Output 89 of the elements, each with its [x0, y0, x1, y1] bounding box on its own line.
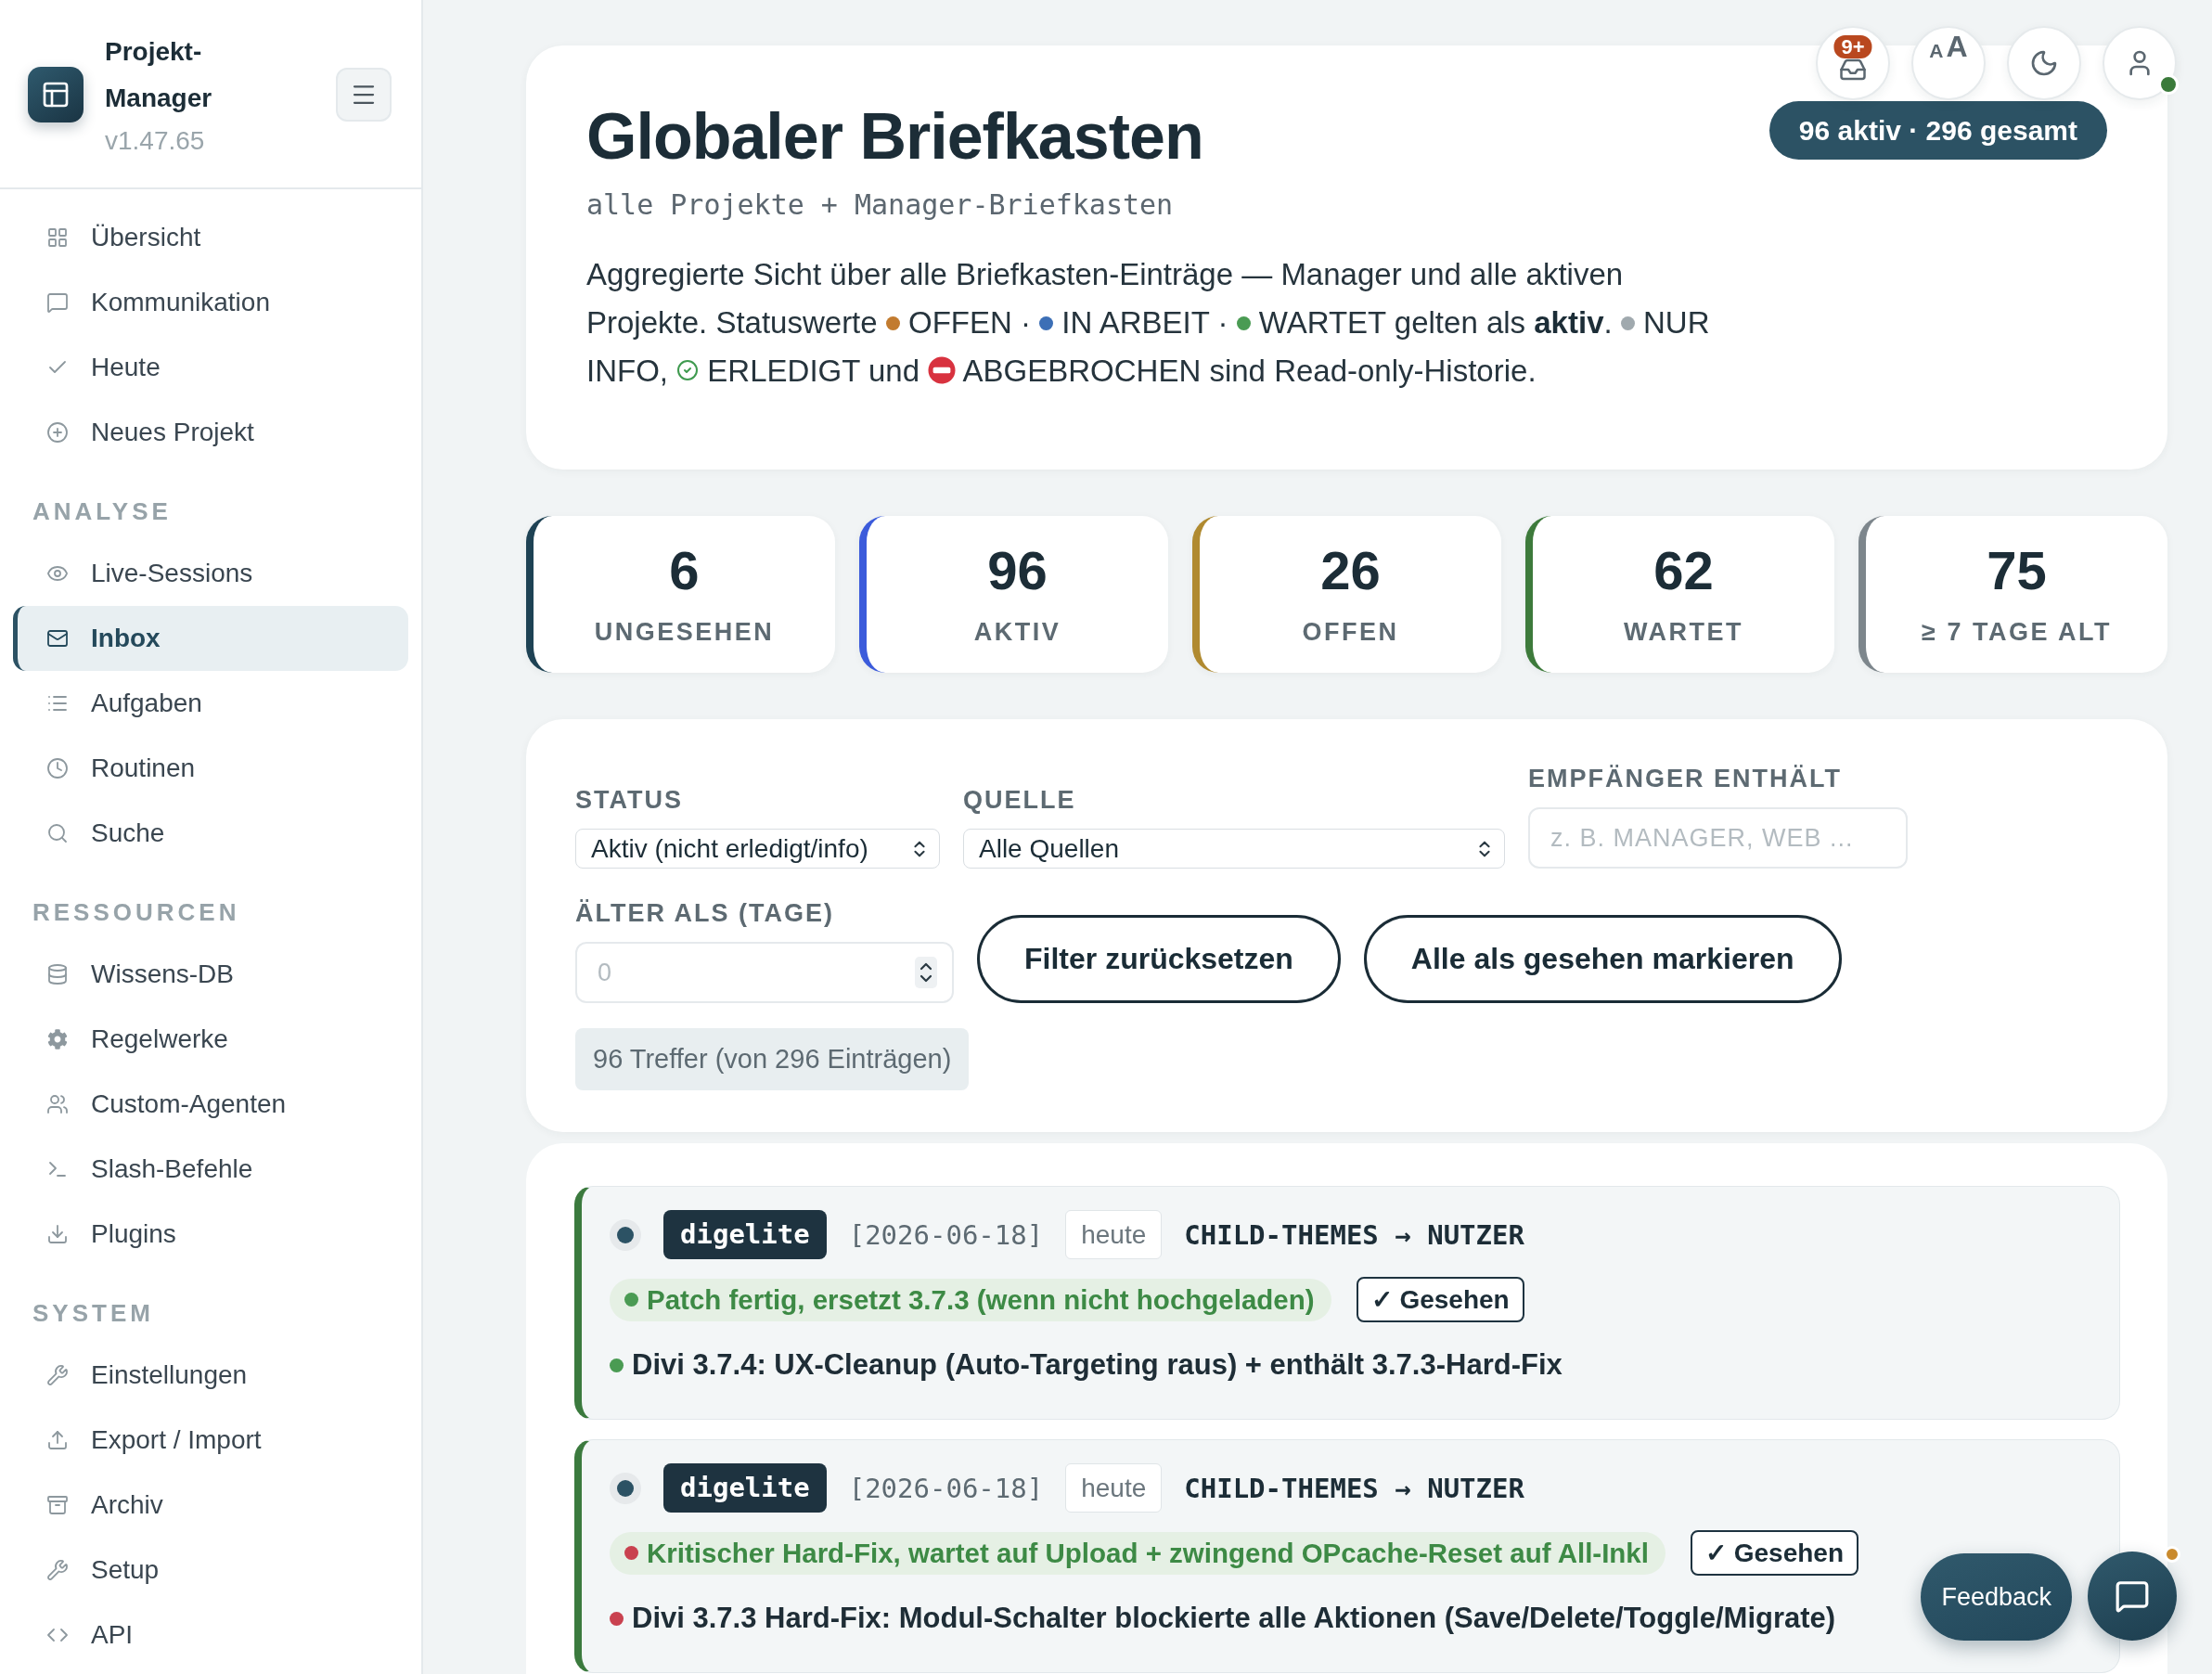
field-label: EMPFÄNGER ENTHÄLT	[1528, 764, 1842, 793]
wrench-icon	[46, 1559, 69, 1581]
page-subtitle: alle Projekte + Manager-Briefkasten	[586, 187, 1174, 223]
nav-item[interactable]: Plugins	[13, 1202, 408, 1267]
app-logo-icon	[28, 66, 84, 122]
stat-label: OFFEN	[1302, 616, 1399, 647]
stat-label: ≥ 7 TAGE ALT	[1922, 616, 2112, 647]
ring-dot-icon	[610, 1218, 641, 1251]
nav-item[interactable]: Wissens-DB	[13, 942, 408, 1007]
age-tag: heute	[1065, 1463, 1163, 1513]
nav-item[interactable]: Inbox	[13, 606, 408, 671]
stat-value: 26	[1320, 542, 1381, 599]
source-tag: digelite	[663, 1210, 827, 1259]
entry-route: CHILD-THEMES → NUTZER	[1184, 1472, 1524, 1504]
field-label: STATUS	[575, 785, 683, 815]
nav-item[interactable]: Aufgaben	[13, 671, 408, 736]
source-tag: digelite	[663, 1463, 827, 1513]
status-select[interactable]: Aktiv (nicht erledigt/info)	[575, 829, 940, 869]
nav-item[interactable]: Setup	[13, 1538, 408, 1603]
archive-box-icon	[46, 1494, 69, 1516]
envelope-icon	[46, 627, 69, 650]
filter-action-button[interactable]: Alle als gesehen markieren	[1363, 915, 1842, 1003]
result-count: 96 Treffer (von 296 Einträgen)	[575, 1028, 970, 1090]
entry-subject: Divi 3.7.3 Hard-Fix: Modul-Schalter blockierte alle Aktionen (Save/Delete/Toggle/Migrate)	[632, 1602, 1836, 1635]
spinner-arrows-icon	[915, 957, 937, 988]
no-entry-icon	[928, 356, 957, 385]
check-circle-icon	[676, 359, 700, 382]
section-heading: SYSTEM	[32, 1298, 154, 1328]
clock-icon	[46, 757, 69, 779]
text-size-button[interactable]: AA	[1911, 26, 1986, 100]
nav-item[interactable]: Heute	[13, 335, 408, 400]
age-input[interactable]: 0	[575, 942, 954, 1003]
nav-item[interactable]: Export / Import	[13, 1408, 408, 1473]
wrench-icon	[46, 1364, 69, 1386]
grid-icon	[46, 226, 69, 249]
speech-bubble-icon	[46, 291, 69, 314]
entry-date: [2026-06-18]	[848, 1218, 1044, 1251]
nav-item[interactable]: Suche	[13, 801, 408, 866]
entry-date: [2026-06-18]	[848, 1472, 1044, 1504]
nav-item[interactable]: Regelwerke	[13, 1007, 408, 1072]
stat-value: 62	[1653, 542, 1714, 599]
filter-action-button[interactable]: Filter zurücksetzen	[977, 915, 1341, 1003]
status-text: Patch fertig, ersetzt 3.7.3 (wenn nicht hochgeladen)	[647, 1283, 1315, 1316]
nav-item[interactable]: API	[13, 1603, 408, 1668]
stat-label: AKTIV	[973, 616, 1061, 647]
summary-pill: 96 aktiv · 296 gesamt	[1768, 101, 2107, 160]
gear-icon	[47, 1029, 68, 1049]
count-badge: 9+	[1833, 35, 1872, 58]
seen-button[interactable]: ✓ Gesehen	[1691, 1530, 1859, 1576]
nav-item[interactable]: Slash-Befehle	[13, 1137, 408, 1202]
nav-item[interactable]: Live-Sessions	[13, 541, 408, 606]
search-icon	[46, 822, 69, 844]
stat-label: WARTET	[1624, 616, 1743, 647]
upload-icon	[46, 1429, 69, 1451]
users-icon	[46, 1093, 69, 1115]
section-heading: RESSOURCEN	[32, 897, 240, 927]
seen-button[interactable]: ✓ Gesehen	[1356, 1277, 1524, 1322]
app-version: v1.47.65	[105, 125, 206, 157]
stat-value: 96	[987, 542, 1048, 599]
stat-label: UNGESEHEN	[594, 616, 775, 647]
entry-subject: Divi 3.7.4: UX-Cleanup (Auto-Targeting raus) + enthält 3.7.3-Hard-Fix	[632, 1348, 1563, 1382]
database-icon	[46, 963, 69, 985]
moon-icon	[2029, 48, 2059, 78]
field-label: ÄLTER ALS (TAGE)	[575, 898, 834, 928]
nav-item[interactable]: Einstellungen	[13, 1343, 408, 1408]
plus-circle-icon	[46, 421, 69, 444]
field-label: QUELLE	[963, 785, 1076, 815]
nav-item[interactable]: Neues Projekt	[13, 400, 408, 465]
nav-item[interactable]: Kommunikation	[13, 270, 408, 335]
nav-item[interactable]: Übersicht	[13, 205, 408, 270]
stat-value: 75	[1987, 542, 2047, 599]
speech-bubble-icon	[2115, 1578, 2150, 1614]
recipient-input[interactable]: z. B. MANAGER, WEB ...	[1528, 807, 1908, 869]
section-heading: ANALYSE	[32, 496, 172, 526]
status-text: Kritischer Hard-Fix, wartet auf Upload + zwingend OPcache-Reset auf All-Inkl	[647, 1537, 1649, 1569]
ring-dot-icon	[610, 1472, 641, 1504]
source-select[interactable]: Alle Quellen	[963, 829, 1505, 869]
app-name: Projekt-Manager	[105, 36, 213, 114]
menu-button[interactable]	[336, 67, 392, 122]
nav-item[interactable]: Routinen	[13, 736, 408, 801]
description-text: Aggregierte Sicht über alle Briefkasten-Einträge — Manager und alle aktiven Projekte. Statuswerte OFFEN · IN ARBEIT · WARTET gelten als aktiv. NUR INFO, ERLEDIGT und ABGEBROCHEN sind Read-only-Historie.	[586, 256, 1711, 390]
page-title: Globaler Briefkasten	[586, 101, 1203, 172]
nav-item[interactable]: Custom-Agenten	[13, 1072, 408, 1137]
inbox-button[interactable]: 9+	[1816, 26, 1890, 100]
stat-value: 6	[669, 542, 700, 599]
age-tag: heute	[1065, 1210, 1163, 1259]
download-icon	[46, 1223, 69, 1245]
entry-route: CHILD-THEMES → NUTZER	[1184, 1218, 1524, 1251]
nav-item[interactable]: Archiv	[13, 1473, 408, 1538]
